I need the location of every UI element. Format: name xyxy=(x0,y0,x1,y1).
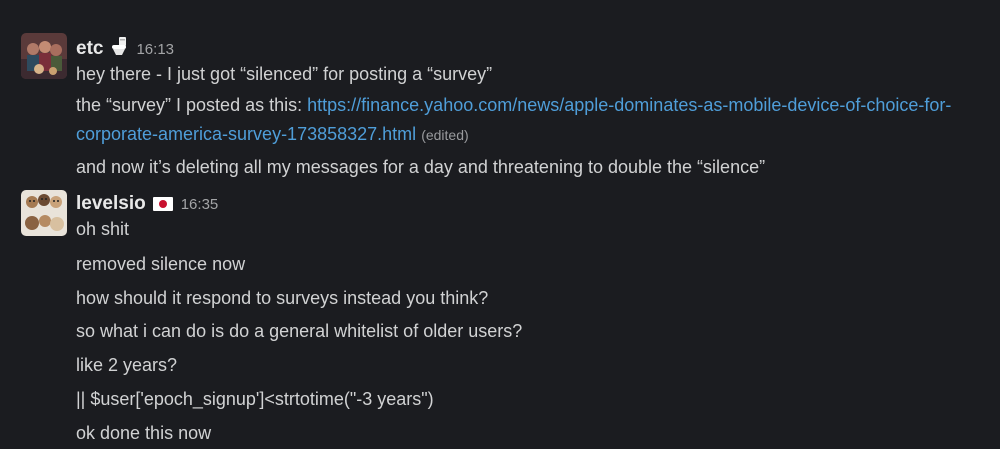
message-prefix: the “survey” I posted as this: xyxy=(76,95,308,115)
message-text: || $user['epoch_signup']<strtotime("-3 y… xyxy=(76,389,434,409)
message-text: so what i can do is do a general whiteli… xyxy=(76,321,523,341)
avatar[interactable] xyxy=(21,190,67,236)
edited-label: (edited) xyxy=(421,127,469,143)
japan-flag-icon[interactable] xyxy=(152,197,173,216)
timestamp[interactable]: 16:13 xyxy=(136,41,174,58)
message-text: how should it respond to surveys instead… xyxy=(76,288,489,308)
message-text: removed silence now xyxy=(76,254,246,274)
username[interactable]: levelsio xyxy=(76,193,146,215)
avatar[interactable] xyxy=(21,33,67,79)
message-header: levelsio 16:35 xyxy=(76,193,218,215)
message-text: hey there - I just got “silenced” for po… xyxy=(76,64,493,84)
timestamp[interactable]: 16:35 xyxy=(181,196,219,213)
message-text: the “survey” I posted as this: https://f… xyxy=(76,91,996,150)
message-text: like 2 years? xyxy=(76,355,178,375)
message-header: etc 16:13 xyxy=(76,34,174,60)
toilet-icon[interactable] xyxy=(110,36,128,61)
message-text: and now it’s deleting all my messages fo… xyxy=(76,157,766,177)
message-text: oh shit xyxy=(76,219,130,239)
message-text: ok done this now xyxy=(76,423,212,443)
username[interactable]: etc xyxy=(76,38,103,60)
